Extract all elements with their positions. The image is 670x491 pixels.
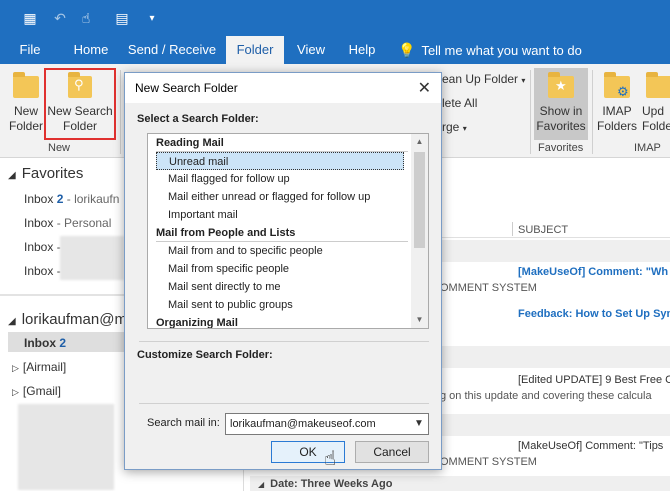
favorites-header[interactable]: ◢ Favorites: [8, 165, 83, 182]
new-search-folder-dialog: New Search Folder ✕ Select a Search Fold…: [124, 72, 442, 470]
dialog-divider: [139, 341, 429, 342]
favorite-inbox-4[interactable]: Inbox -: [24, 264, 61, 278]
folder-icon: [13, 72, 39, 98]
message-subject[interactable]: [Edited UPDATE] 9 Best Free C: [518, 374, 670, 386]
send-receive-icon[interactable]: ▤: [112, 8, 132, 28]
dialog-titlebar: New Search Folder ✕: [125, 73, 441, 103]
collapse-arrow-icon: ◢: [8, 170, 16, 181]
expand-arrow-icon: ▷: [12, 387, 19, 397]
list-group-header: Organizing Mail: [156, 317, 238, 329]
list-item[interactable]: Mail from specific people: [148, 260, 408, 278]
scroll-up-icon[interactable]: ▲: [411, 134, 428, 150]
imap-folders-button[interactable]: ⚙ IMAP Folders: [596, 72, 638, 134]
select-search-folder-label: Select a Search Folder:: [137, 113, 259, 125]
group-label-favorites: Favorites: [538, 142, 584, 154]
search-folder-listbox[interactable]: Reading Mail Unread mail Mail flagged fo…: [147, 133, 429, 329]
lightbulb-icon: 💡: [398, 42, 416, 58]
imap-folder-icon: ⚙: [604, 72, 630, 99]
message-preview: g on this update and covering these calc…: [440, 390, 652, 402]
highlight-annotation: [44, 68, 116, 140]
collapse-arrow-icon: ◢: [258, 480, 265, 489]
show-in-favorites-button[interactable]: ★ Show in Favorites: [534, 72, 588, 134]
tab-file[interactable]: File: [10, 36, 50, 64]
date-group-header[interactable]: ◢ Date: Three Weeks Ago: [258, 478, 392, 490]
chevron-down-icon[interactable]: ▼: [411, 415, 427, 433]
close-icon[interactable]: ✕: [418, 78, 431, 98]
cancel-button[interactable]: Cancel: [355, 441, 429, 463]
list-item[interactable]: Mail sent to public groups: [148, 296, 408, 314]
expand-arrow-icon: ▷: [12, 363, 19, 373]
tab-folder[interactable]: Folder: [226, 36, 284, 64]
message-subject[interactable]: Feedback: How to Set Up Syn: [518, 308, 670, 320]
group-label-imap: IMAP: [634, 142, 661, 154]
purge-button[interactable]: rge ▾: [442, 120, 467, 136]
folder-airmail[interactable]: ▷ [Airmail]: [12, 360, 66, 374]
favorite-inbox-2[interactable]: Inbox - Personal: [24, 216, 111, 230]
delete-all-button[interactable]: lete All: [442, 96, 477, 111]
list-group-header: Mail from People and Lists: [148, 224, 408, 242]
column-divider: [512, 222, 513, 236]
redacted-block: [18, 404, 114, 490]
folder-gmail[interactable]: ▷ [Gmail]: [12, 384, 61, 398]
scroll-thumb[interactable]: [414, 152, 425, 248]
redacted-block: [60, 236, 124, 280]
update-folder-button[interactable]: Upd Folde: [642, 72, 670, 134]
touch-mode-icon[interactable]: ☝: [76, 8, 96, 28]
ribbon-separator: [592, 70, 593, 154]
ribbon-tabs: File Home Send / Receive Folder View Hel…: [0, 36, 670, 64]
message-from: OMMENT SYSTEM: [440, 456, 537, 468]
list-item[interactable]: Mail from and to specific people: [148, 242, 408, 260]
tab-view[interactable]: View: [290, 36, 332, 64]
tab-send-receive[interactable]: Send / Receive: [126, 36, 218, 64]
message-subject[interactable]: [MakeUseOf] Comment: "Tips: [518, 440, 663, 452]
list-item[interactable]: Mail either unread or flagged for follow…: [148, 188, 408, 206]
account-inbox[interactable]: Inbox 2: [24, 336, 66, 350]
list-scrollbar[interactable]: ▲ ▼: [411, 134, 428, 328]
undo-icon[interactable]: ↶: [50, 8, 70, 28]
tab-home[interactable]: Home: [66, 36, 116, 64]
update-folder-icon: [646, 72, 670, 98]
favorite-inbox-3[interactable]: Inbox -: [24, 240, 61, 254]
dialog-title: New Search Folder: [135, 81, 238, 95]
message-from: OMMENT SYSTEM: [440, 282, 537, 294]
customize-qat-icon[interactable]: ▾: [142, 8, 162, 28]
collapse-arrow-icon: ◢: [8, 316, 16, 327]
list-item[interactable]: Unread mail: [156, 152, 404, 170]
tab-help[interactable]: Help: [342, 36, 382, 64]
tell-me-search[interactable]: 💡 Tell me what you want to do: [398, 36, 582, 64]
clean-up-folder-button[interactable]: ean Up Folder ▾: [442, 72, 532, 88]
dialog-divider: [139, 403, 429, 404]
subject-column-header[interactable]: SUBJECT: [518, 224, 568, 236]
customize-search-folder-label: Customize Search Folder:: [137, 349, 273, 361]
title-bar: ▦ ↶ ☝ ▤ ▾: [0, 0, 670, 36]
favorite-inbox-1[interactable]: Inbox 2 - lorikaufn: [24, 192, 119, 206]
scroll-down-icon[interactable]: ▼: [411, 312, 428, 328]
outlook-app-icon[interactable]: ▦: [20, 8, 40, 28]
search-mail-in-label: Search mail in:: [147, 417, 220, 429]
list-item[interactable]: Mail flagged for follow up: [148, 170, 408, 188]
list-group-header: Reading Mail: [148, 134, 408, 152]
account-header[interactable]: ◢ lorikaufman@m: [8, 311, 127, 328]
search-mail-in-select[interactable]: lorikaufman@makeuseof.com ▼: [225, 413, 429, 435]
message-subject[interactable]: [MakeUseOf] Comment: "Wh: [518, 266, 668, 278]
list-item[interactable]: Important mail: [148, 206, 408, 224]
group-label-new: New: [48, 142, 71, 154]
star-folder-icon: ★: [548, 72, 574, 98]
list-item[interactable]: Mail sent directly to me: [148, 278, 408, 296]
ribbon-separator: [530, 70, 531, 154]
mouse-pointer-icon: ☝: [324, 448, 337, 470]
new-folder-button[interactable]: New Folder: [6, 72, 46, 134]
ribbon-separator: [120, 70, 121, 154]
